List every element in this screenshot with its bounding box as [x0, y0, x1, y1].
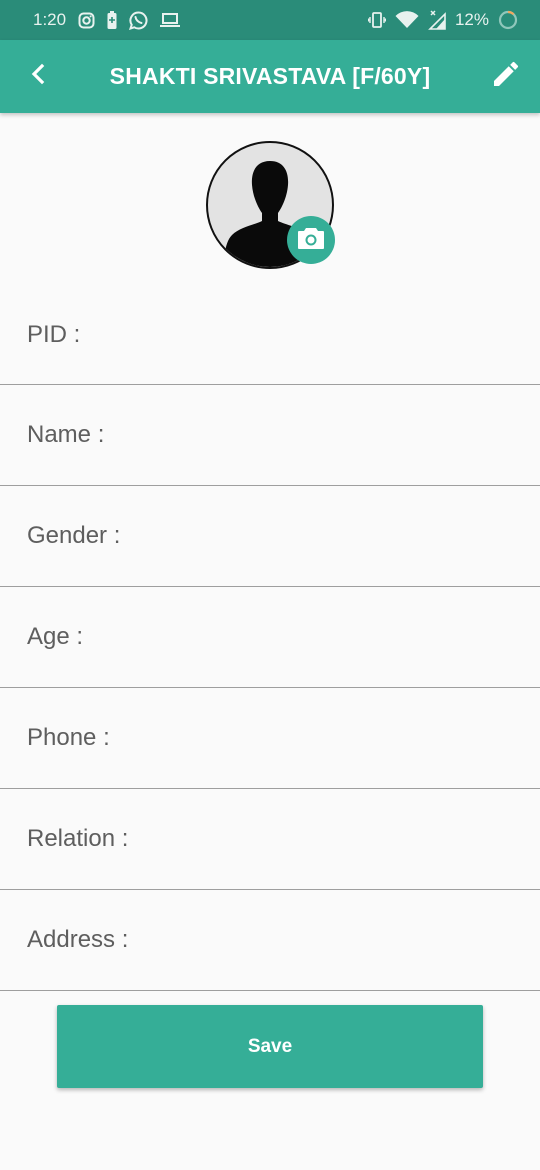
save-button[interactable]: Save: [57, 1005, 483, 1088]
camera-icon: [297, 226, 325, 255]
battery-percent: 12%: [454, 10, 489, 29]
laptop-icon: [160, 12, 181, 28]
address-label: Address :: [27, 926, 129, 953]
phone-field[interactable]: Phone :: [0, 688, 540, 789]
instagram-icon: [78, 12, 95, 29]
battery-saver-icon: [107, 11, 117, 29]
status-time: 1:20: [33, 10, 67, 29]
vibrate-icon: [367, 11, 386, 29]
status-bar: 1:20 12%: [0, 0, 540, 40]
age-field[interactable]: Age :: [0, 587, 540, 688]
page-title: SHAKTI SRIVASTAVA [F/60Y]: [109, 63, 431, 89]
back-button[interactable]: [20, 58, 56, 94]
relation-label: Relation :: [27, 825, 129, 852]
no-signal-icon: [428, 10, 446, 30]
wifi-icon: [395, 11, 419, 29]
profile-photo: [206, 141, 335, 269]
gender-field[interactable]: Gender :: [0, 486, 540, 587]
pid-field[interactable]: PID :: [0, 285, 540, 385]
status-left: 1:20: [33, 10, 181, 30]
name-field[interactable]: Name :: [0, 385, 540, 486]
change-photo-button[interactable]: [287, 216, 335, 264]
patient-details-form: PID : Name : Gender : Age : Phone : Rela…: [0, 285, 540, 991]
pid-label: PID :: [27, 320, 81, 348]
app-bar: SHAKTI SRIVASTAVA [F/60Y]: [0, 40, 540, 113]
chevron-left-icon: [28, 63, 48, 90]
whatsapp-icon: [129, 10, 148, 30]
age-label: Age :: [27, 623, 84, 650]
relation-field[interactable]: Relation :: [0, 789, 540, 890]
address-field[interactable]: Address :: [0, 890, 540, 991]
name-label: Name :: [27, 421, 105, 448]
edit-button[interactable]: [486, 56, 526, 96]
status-right: 12%: [367, 10, 518, 30]
battery-ring-icon: [498, 10, 518, 30]
pencil-icon: [490, 58, 522, 95]
gender-label: Gender :: [27, 522, 121, 549]
phone-label: Phone :: [27, 724, 110, 751]
